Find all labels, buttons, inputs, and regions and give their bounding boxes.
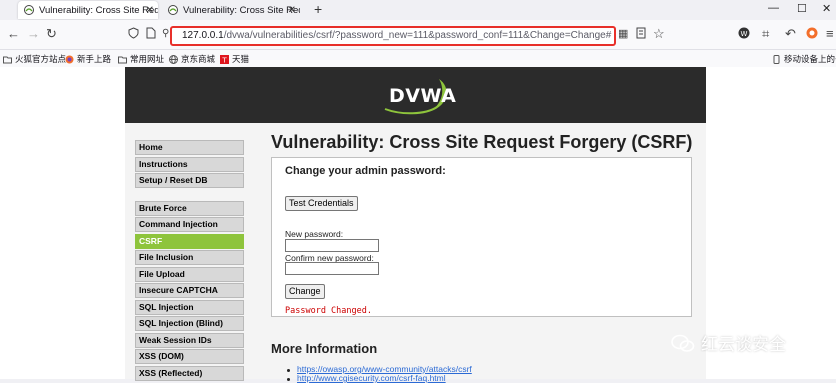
tab-close-icon[interactable]: ✕ xyxy=(288,5,296,16)
dvwa-header: DVWA xyxy=(125,67,706,123)
tmall-icon: T xyxy=(220,54,229,64)
bookmark-star-icon[interactable]: ☆ xyxy=(653,27,665,41)
confirm-password-input[interactable] xyxy=(285,262,379,275)
folder-icon xyxy=(3,55,12,64)
shield-icon[interactable] xyxy=(128,27,139,42)
menu-item-brute-force[interactable]: Brute Force xyxy=(135,201,244,216)
tab-title: Vulnerability: Cross Site Requ xyxy=(39,4,158,16)
bookmark-label: 天猫 xyxy=(232,54,250,64)
menu-item-file-inclusion[interactable]: File Inclusion xyxy=(135,250,244,265)
tab-close-icon[interactable]: ✕ xyxy=(146,5,154,16)
watermark-text: 红云谈安全 xyxy=(701,335,786,354)
folder-icon xyxy=(118,55,127,64)
back-icon[interactable]: ← xyxy=(7,27,20,41)
form-heading: Change your admin password: xyxy=(285,165,446,177)
menu-item-file-upload[interactable]: File Upload xyxy=(135,267,244,282)
tab-title: Vulnerability: Cross Site Requ xyxy=(183,4,300,16)
bookmark-label: 京东商城 xyxy=(181,54,216,64)
extension-icon[interactable]: W xyxy=(738,27,750,42)
svg-text:T: T xyxy=(221,56,227,64)
wechat-icon xyxy=(671,334,695,352)
menu-item-sql-injection[interactable]: SQL Injection xyxy=(135,300,244,315)
tab-csrf[interactable]: Vulnerability: Cross Site Requ ✕ xyxy=(162,1,300,19)
watermark: 红云谈安全 xyxy=(671,330,786,355)
bookmark-label: 新手上路 xyxy=(77,54,112,64)
firefox-icon xyxy=(65,55,74,64)
bookmarks-toolbar: 火狐官方站点 新手上路 常用网址 京东商城 T 天猫 移动设备上的书签 xyxy=(0,50,836,67)
list-bullet xyxy=(287,369,290,372)
dvwa-favicon-icon xyxy=(168,5,178,15)
minimize-button[interactable]: — xyxy=(768,2,779,14)
bookmark-label: 火狐官方站点 xyxy=(15,54,67,64)
url-host: 127.0.0.1 xyxy=(182,30,224,41)
forward-icon[interactable]: → xyxy=(27,27,40,41)
profile-icon[interactable] xyxy=(806,27,818,42)
menu-item-setup[interactable]: Setup / Reset DB xyxy=(135,173,244,188)
menu-icon[interactable]: ≡ xyxy=(826,27,834,41)
page-icon[interactable] xyxy=(146,27,156,42)
test-credentials-button[interactable]: Test Credentials xyxy=(285,196,358,211)
url-path: /dvwa/vulnerabilities/csrf/?password_new… xyxy=(223,30,612,41)
new-tab-button[interactable]: + xyxy=(314,1,322,17)
bookmark-jd[interactable]: 京东商城 xyxy=(169,53,215,65)
tab-bar: Vulnerability: Cross Site Requ ✕ Vulnera… xyxy=(0,0,836,20)
logo-text: DVWA xyxy=(389,85,457,107)
menu-item-sql-injection-blind[interactable]: SQL Injection (Blind) xyxy=(135,316,244,331)
crop-icon[interactable]: ⌗ xyxy=(762,27,769,41)
reload-icon[interactable]: ↻ xyxy=(46,27,57,41)
menu-item-xss-dom[interactable]: XSS (DOM) xyxy=(135,349,244,364)
menu-item-command-injection[interactable]: Command Injection xyxy=(135,217,244,232)
menu-item-weak-session-ids[interactable]: Weak Session IDs xyxy=(135,333,244,348)
dvwa-favicon-icon xyxy=(24,5,34,15)
mobile-icon xyxy=(772,54,781,64)
list-bullet xyxy=(287,378,290,381)
close-window-button[interactable]: ✕ xyxy=(822,2,831,15)
maximize-button[interactable]: ☐ xyxy=(797,2,807,15)
menu-item-csrf[interactable]: CSRF xyxy=(135,234,244,249)
undo-icon[interactable]: ↶ xyxy=(785,27,796,41)
menu-item-instructions[interactable]: Instructions xyxy=(135,157,244,172)
url-bar[interactable]: 127.0.0.1/dvwa/vulnerabilities/csrf/?pas… xyxy=(170,26,616,46)
menu-item-insecure-captcha[interactable]: Insecure CAPTCHA xyxy=(135,283,244,298)
dvwa-logo: DVWA xyxy=(381,75,457,115)
new-password-label: New password: xyxy=(285,229,344,239)
navigation-bar: ← → ↻ ⚲ 127.0.0.1/dvwa/vulnerabilities/c… xyxy=(0,20,836,50)
csrf-form-panel: Change your admin password: Test Credent… xyxy=(271,157,692,317)
bookmark-tmall[interactable]: T 天猫 xyxy=(220,53,249,65)
bookmark-mobile[interactable]: 移动设备上的书签 xyxy=(772,53,836,65)
svg-text:W: W xyxy=(741,30,748,38)
change-button[interactable]: Change xyxy=(285,284,325,299)
menu-item-home[interactable]: Home xyxy=(135,140,244,155)
more-information-heading: More Information xyxy=(271,341,378,356)
tab-csrf-active[interactable]: Vulnerability: Cross Site Requ ✕ xyxy=(18,1,158,19)
bookmark-label: 常用网址 xyxy=(130,54,165,64)
qr-code-icon[interactable]: ▦ xyxy=(618,27,628,41)
reader-view-icon[interactable] xyxy=(636,27,646,42)
bookmark-label: 移动设备上的书签 xyxy=(784,54,836,64)
globe-icon xyxy=(169,54,178,64)
page-title: Vulnerability: Cross Site Request Forger… xyxy=(271,132,693,152)
result-message: Password Changed. xyxy=(285,306,372,316)
new-password-input[interactable] xyxy=(285,239,379,252)
bookmark-getting-started[interactable]: 新手上路 xyxy=(65,53,111,65)
more-info-link[interactable]: http://www.cgisecurity.com/csrf-faq.html xyxy=(297,373,446,383)
bookmark-common-sites[interactable]: 常用网址 xyxy=(118,53,164,65)
bookmark-firefox-official[interactable]: 火狐官方站点 xyxy=(3,53,66,65)
permissions-icon[interactable]: ⚲ xyxy=(162,27,169,41)
